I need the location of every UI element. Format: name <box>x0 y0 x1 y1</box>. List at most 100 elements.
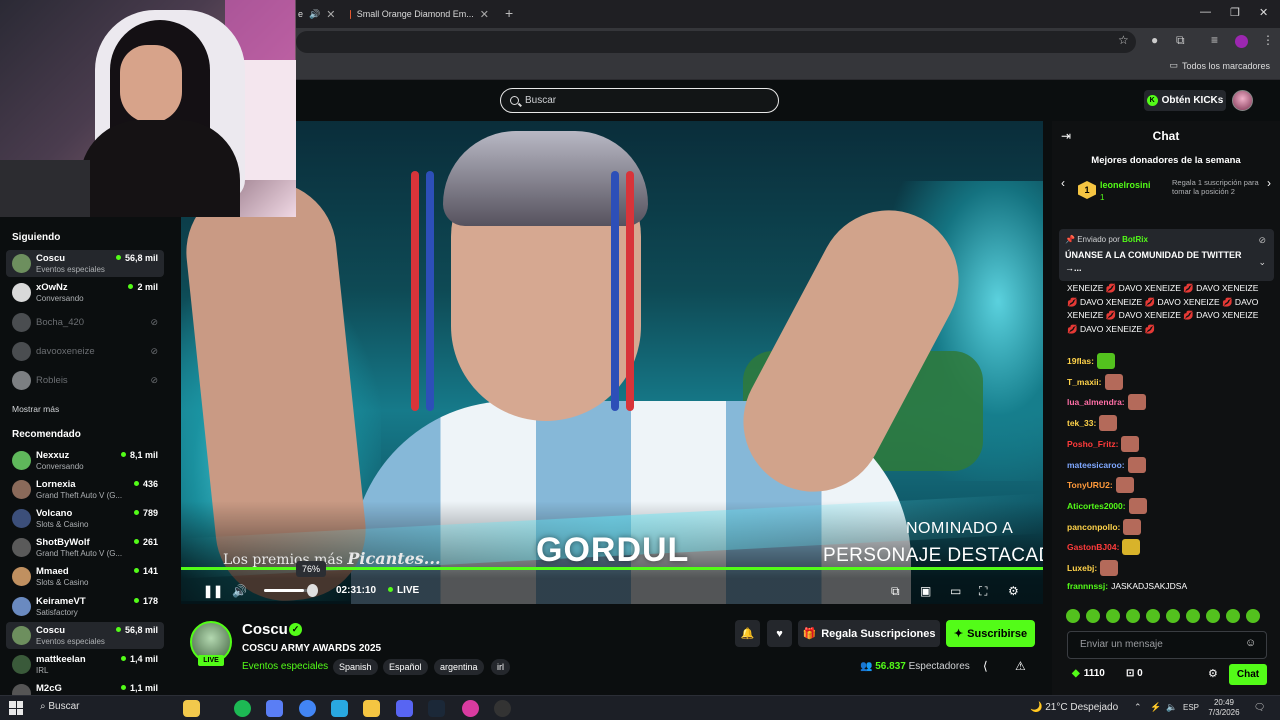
sidebar-item-nexxuz[interactable]: Nexxuz Conversando 8,1 mil <box>6 447 164 474</box>
obs-icon[interactable] <box>494 700 511 717</box>
channel-name[interactable]: Coscu <box>242 621 288 638</box>
gift-subs-button[interactable]: 🎁 Regala Suscripciones <box>798 620 940 647</box>
puzzle-icon[interactable]: ⧉ <box>1176 33 1185 48</box>
close-icon[interactable]: ✕ <box>326 8 335 21</box>
pinned-message[interactable]: 📌 Enviado por BotRix ⊘ ÚNANSE A LA COMUN… <box>1059 229 1274 281</box>
sidebar-item-mattkeelan[interactable]: mattkeelan IRL 1,4 mil <box>6 651 164 678</box>
tag[interactable]: Español <box>383 659 428 675</box>
spotify-icon[interactable] <box>234 700 251 717</box>
emote-quick-bar[interactable] <box>1066 609 1266 623</box>
sidebar-item-xownz[interactable]: xOwNz Conversando 2 mil <box>6 279 164 306</box>
weather-widget[interactable]: 🌙 21°C Despejado <box>1030 702 1118 713</box>
sidebar-item-lornexia[interactable]: Lornexia Grand Theft Auto V (G... 436 <box>6 476 164 503</box>
chat-username[interactable]: GastonBJ04: <box>1067 542 1119 552</box>
chat-username[interactable]: 19flas: <box>1067 356 1094 366</box>
address-bar[interactable] <box>296 31 1136 53</box>
get-kicks-button[interactable]: K Obtén KICKs <box>1144 90 1226 111</box>
chat-username[interactable]: frannnssj: <box>1067 581 1108 591</box>
bookmark-star-icon[interactable]: ☆ <box>1118 33 1129 47</box>
network-icon[interactable]: ⚡ <box>1150 702 1161 713</box>
notifications-icon[interactable]: 🗨 <box>1254 702 1265 713</box>
sidebar-item-keiramevt[interactable]: KeirameVT Satisfactory 178 <box>6 593 164 620</box>
emoji-icon[interactable]: ☺ <box>1245 637 1256 649</box>
chrome-profile-icon[interactable] <box>462 700 479 717</box>
tag[interactable]: irl <box>491 659 510 675</box>
fullscreen-icon[interactable]: ⛶ <box>979 584 987 599</box>
sidebar-item-robleis[interactable]: Robleis ⊘ <box>6 367 164 394</box>
browser-tab[interactable]: Small Orange Diamond Em... ✕ <box>342 3 497 25</box>
chat-send-button[interactable]: Chat <box>1229 664 1267 685</box>
new-tab-icon[interactable]: + <box>505 5 513 21</box>
donor-promo-text[interactable]: Regala 1 suscripción para tomar la posic… <box>1172 178 1262 196</box>
chrome-icon[interactable] <box>299 700 316 717</box>
sidebar-item-shotbywolf[interactable]: ShotByWolf Grand Theft Auto V (G... 261 <box>6 534 164 561</box>
channel-points[interactable]: ⊡ 0 <box>1126 668 1143 679</box>
sidebar-item-m2cg[interactable]: M2cG 1,1 mil <box>6 680 164 695</box>
sidebar-item-bocha[interactable]: Bocha_420 ⊘ <box>6 309 164 336</box>
chat-username[interactable]: TonyURU2: <box>1067 480 1113 490</box>
picture-in-picture-icon[interactable]: ⧉ <box>891 584 900 599</box>
close-window-icon[interactable]: ✕ <box>1259 6 1268 19</box>
steam-icon[interactable] <box>428 700 445 717</box>
volume-icon[interactable]: 🔊 <box>232 584 247 598</box>
taskbar-search[interactable]: ⌕ Buscar <box>40 701 80 712</box>
sidebar-item-volcano[interactable]: Volcano Slots & Casino 789 <box>6 505 164 532</box>
chat-username[interactable]: lua_almendra: <box>1067 397 1125 407</box>
donor-name[interactable]: leonelrosini <box>1100 180 1151 190</box>
subscribe-button[interactable]: ✦ Suscribirse <box>946 620 1035 647</box>
bookmarks-folder[interactable]: ▭ Todos los marcadores <box>1169 60 1270 71</box>
follow-button[interactable]: ♥ <box>767 620 792 647</box>
minimize-icon[interactable]: — <box>1200 6 1211 18</box>
chat-username[interactable]: Aticortes2000: <box>1067 501 1126 511</box>
discord-icon[interactable] <box>396 700 413 717</box>
share-icon[interactable]: ⟨ <box>983 659 988 673</box>
chat-username[interactable]: tek_33: <box>1067 418 1096 428</box>
language-indicator[interactable]: ESP <box>1183 703 1199 712</box>
sidebar-item-mmaed[interactable]: Mmaed Slots & Casino 141 <box>6 563 164 590</box>
chevron-right-icon[interactable]: › <box>1267 176 1271 190</box>
chevron-left-icon[interactable]: ‹ <box>1061 176 1065 190</box>
kicks-balance[interactable]: 1110 <box>1072 668 1105 679</box>
chat-settings-icon[interactable]: ⚙ <box>1208 667 1218 680</box>
browser-tab[interactable]: e 🔊 ✕ <box>290 3 340 25</box>
chat-username[interactable]: mateesicaroo: <box>1067 460 1125 470</box>
close-icon[interactable]: ✕ <box>480 8 489 21</box>
chat-username[interactable]: T_maxii: <box>1067 377 1102 387</box>
file-explorer-icon[interactable] <box>363 700 380 717</box>
sidebar-item-coscu-recommended[interactable]: Coscu Eventos especiales 56,8 mil <box>6 622 164 649</box>
sidebar-item-davooxeneize[interactable]: davooxeneize ⊘ <box>6 338 164 365</box>
volume-knob[interactable] <box>307 584 318 597</box>
settings-icon[interactable]: ⚙ <box>1008 584 1019 598</box>
copilot-icon[interactable] <box>183 700 200 717</box>
report-icon[interactable]: ⚠ <box>1015 659 1026 673</box>
user-avatar[interactable] <box>1232 90 1253 111</box>
clip-icon[interactable]: ▣ <box>920 584 931 598</box>
volume-tray-icon[interactable]: 🔈 <box>1166 702 1177 713</box>
app-icon[interactable] <box>266 700 283 717</box>
chevron-up-icon[interactable]: ⌃ <box>1134 702 1142 713</box>
theater-mode-icon[interactable]: ▭ <box>950 584 961 598</box>
chat-username[interactable]: Posho_Fritz: <box>1067 439 1118 449</box>
stream-category-link[interactable]: Eventos especiales <box>242 661 328 672</box>
chat-input[interactable]: Enviar un mensaje <box>1067 631 1267 659</box>
extension-icon[interactable]: ● <box>1151 33 1158 47</box>
tag[interactable]: Spanish <box>333 659 378 675</box>
pause-icon[interactable]: ❚❚ <box>203 584 223 598</box>
chat-username[interactable]: Luxebj: <box>1067 563 1097 573</box>
profile-icon[interactable] <box>1235 35 1248 48</box>
hide-pin-icon[interactable]: ⊘ <box>1258 235 1266 246</box>
windows-start-icon[interactable] <box>9 701 23 715</box>
sidebar-item-coscu[interactable]: Coscu Eventos especiales 56,8 mil <box>6 250 164 277</box>
live-indicator[interactable]: LIVE <box>388 585 419 596</box>
media-icon[interactable]: ≡ <box>1211 33 1218 47</box>
chat-username[interactable]: panconpollo: <box>1067 522 1120 532</box>
video-player[interactable]: Los premios más Picantes... GORDUL NOMIN… <box>181 121 1043 604</box>
notifications-button[interactable]: 🔔 <box>735 620 760 647</box>
restore-icon[interactable]: ❐ <box>1230 6 1240 19</box>
tag[interactable]: argentina <box>434 659 484 675</box>
app-icon[interactable] <box>331 700 348 717</box>
taskbar-clock[interactable]: 20:49 7/3/2026 <box>1205 698 1243 718</box>
show-more-link[interactable]: Mostrar más <box>12 404 59 414</box>
menu-icon[interactable]: ⋮ <box>1262 33 1274 47</box>
chevron-down-icon[interactable]: ⌄ <box>1258 257 1266 268</box>
